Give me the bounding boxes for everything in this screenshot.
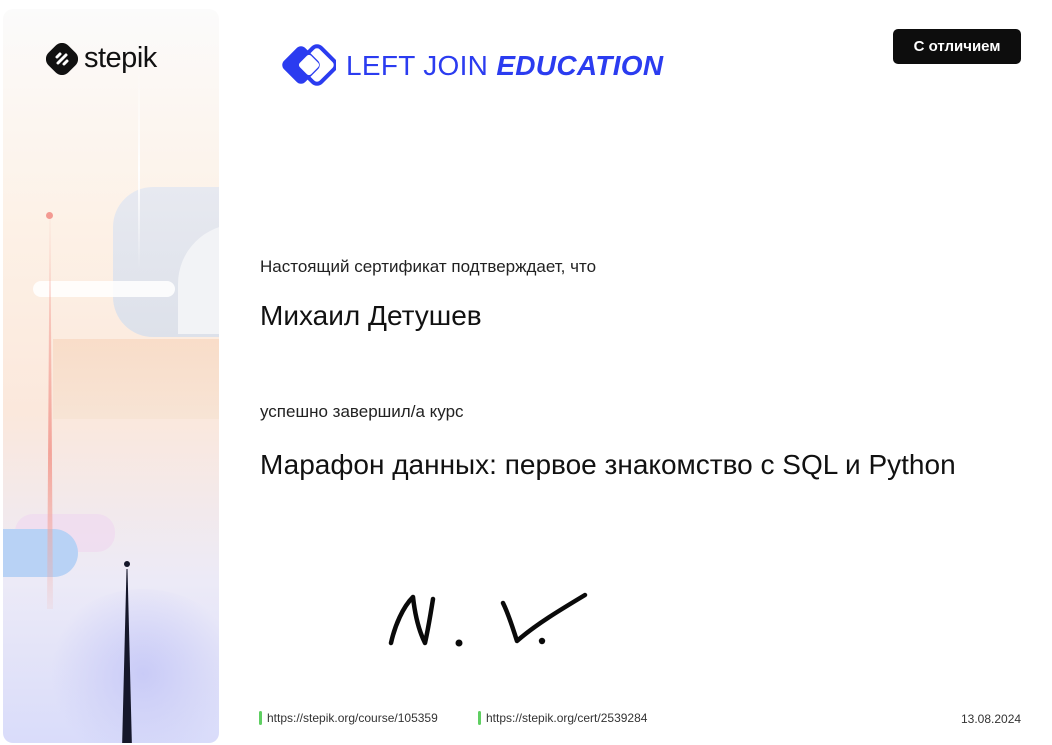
cert-link-text[interactable]: https://stepik.org/cert/2539284 (486, 711, 647, 725)
partner-brand-left-join: LEFT JOIN (346, 50, 489, 81)
signature (388, 592, 588, 647)
stepik-logo: stepik (46, 42, 157, 75)
link-marker (478, 711, 481, 725)
link-marker (259, 711, 262, 725)
partner-brand-name: LEFT JOIN EDUCATION (346, 50, 663, 82)
course-link-text[interactable]: https://stepik.org/course/105359 (267, 711, 438, 725)
cert-link[interactable]: https://stepik.org/cert/2539284 (478, 711, 647, 725)
recipient-name: Михаил Детушев (260, 300, 482, 331)
stepik-logo-icon (46, 42, 78, 75)
issue-date: 13.08.2024 (961, 712, 1022, 726)
course-title: Марафон данных: первое знакомство с SQL … (260, 449, 956, 480)
left-join-logo: LEFT JOIN EDUCATION (280, 44, 663, 88)
partner-brand-education: EDUCATION (496, 50, 664, 81)
distinction-badge: С отличием (893, 29, 1021, 64)
stepik-brand-name: stepik (84, 42, 157, 74)
left-join-logo-icon (282, 44, 336, 86)
decorative-side-panel (3, 9, 219, 743)
completed-text: успешно завершил/а курс (260, 402, 464, 421)
course-link[interactable]: https://stepik.org/course/105359 (259, 711, 438, 725)
confirm-text: Настоящий сертификат подтверждает, что (260, 257, 597, 276)
